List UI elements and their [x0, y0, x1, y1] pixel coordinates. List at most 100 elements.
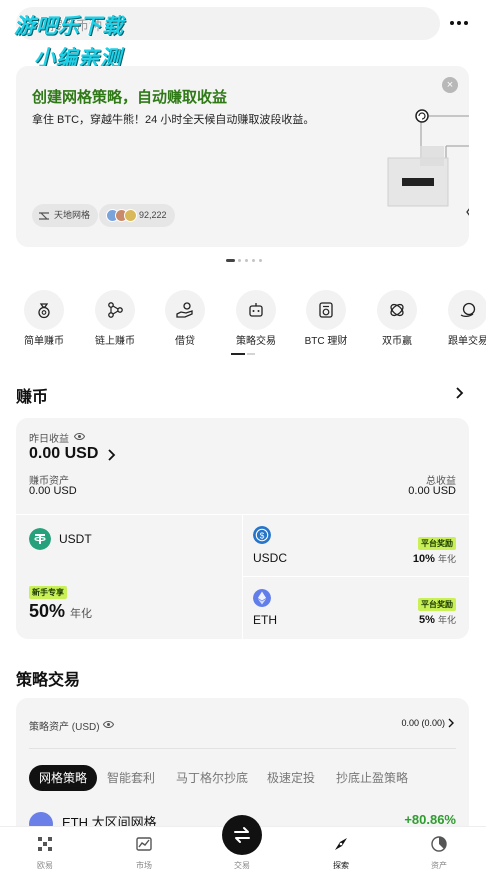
usdc-icon: $ [253, 526, 271, 544]
robot-icon [249, 303, 263, 317]
earn-assets-value: 0.00 USD [29, 485, 77, 497]
watermark-line1: 游吧乐下载 [14, 15, 124, 38]
earn-card: 昨日收益 0.00 USD 赚币资产 0.00 USD 总收益 0.00 USD… [16, 418, 469, 639]
feature-dual-investment[interactable]: 双币赢 [369, 290, 425, 350]
strategy-item-return: +80.86% [404, 812, 456, 827]
apr-value: 5% 年化 [419, 613, 456, 626]
eye-icon[interactable] [74, 432, 85, 441]
carousel-dot [252, 259, 255, 262]
earn-item-usdt[interactable]: USDT 新手专享 50% 年化 [16, 515, 242, 639]
moneybag-icon [38, 303, 50, 319]
tab-grid-strategy[interactable]: 网格策略 [29, 765, 98, 791]
usdt-icon [29, 528, 51, 550]
banner-title: 创建网格策略，自动赚取收益 [32, 89, 228, 106]
watermark-logo: 游吧乐下载 小编亲测 [14, 10, 164, 70]
chart-icon [136, 837, 152, 851]
chevron-right-icon[interactable] [447, 718, 455, 728]
compass-icon [335, 838, 347, 850]
feature-label: 简单赚币 [24, 336, 64, 347]
apr-value: 50% 年化 [29, 601, 92, 622]
coin-name: USDT [59, 532, 92, 546]
strategy-assets-value[interactable]: 0.00 (0.00) [401, 718, 445, 728]
coin-name: ETH [253, 613, 277, 627]
strategy-chip-label: 天地网格 [54, 210, 91, 220]
tab-martingale[interactable]: 马丁格尔抄底 [176, 765, 248, 791]
feature-strategy-trading[interactable]: 策略交易 [228, 290, 284, 350]
earn-section-title: 赚币 [16, 389, 49, 406]
nav-label: 资产 [431, 861, 447, 870]
feature-icon-bg [448, 290, 486, 330]
apr-value: 10% 年化 [413, 552, 456, 565]
apr-number: 5% [419, 614, 435, 626]
scroll-indicator-active [231, 353, 245, 355]
nav-market[interactable]: 市场 [114, 827, 174, 871]
tab-smart-arbitrage[interactable]: 智能套利 [107, 765, 155, 791]
scroll-indicator-track [247, 353, 255, 355]
okx-logo-icon [38, 837, 52, 851]
promo-banner[interactable]: 创建网格策略，自动赚取收益 拿住 BTC，穿越牛熊！24 小时全天候自动赚取波段… [16, 66, 469, 247]
feature-label: 跟单交易 [448, 336, 486, 347]
pie-icon [431, 836, 447, 852]
nav-assets[interactable]: 资产 [409, 827, 469, 871]
feature-icon-bg [306, 290, 346, 330]
eye-icon[interactable] [103, 720, 114, 729]
feature-icon-bg [377, 290, 417, 330]
earn-item-usdc[interactable]: $ USDC 平台奖励 10% 年化 [243, 515, 469, 576]
apr-number: 50% [29, 601, 66, 621]
platform-reward-badge: 平台奖励 [418, 537, 456, 550]
apr-unit: 年化 [437, 554, 456, 564]
strategy-assets-label: 策略资产 (USD) [29, 722, 100, 733]
nav-explore[interactable]: 探索 [311, 827, 371, 871]
strategy-chip[interactable]: 天地网格 [32, 204, 99, 227]
tab-recurring-buy[interactable]: 极速定投 [267, 765, 315, 791]
user-avatars [106, 209, 138, 222]
feature-label: 借贷 [175, 336, 195, 347]
earn-item-eth[interactable]: ETH 平台奖励 5% 年化 [243, 577, 469, 639]
svg-text:$: $ [260, 531, 265, 540]
feature-label: 策略交易 [236, 336, 276, 347]
users-chip: 92,222 [99, 204, 175, 227]
nav-label: 市场 [136, 861, 152, 870]
feature-icon-bg [95, 290, 135, 330]
feature-label: 双币赢 [382, 336, 412, 347]
tab-dip-take-profit[interactable]: 抄底止盈策略 [336, 765, 408, 791]
grid-icon [39, 212, 49, 220]
chevron-right-icon[interactable] [452, 386, 466, 400]
avatar [124, 209, 137, 222]
feature-label: 链上赚币 [95, 336, 135, 347]
feature-onchain-earn[interactable]: 链上赚币 [87, 290, 143, 350]
apr-unit: 年化 [70, 608, 93, 620]
apr-number: 10% [412, 553, 435, 565]
btc-doc-icon [319, 302, 333, 318]
coin-name: USDC [253, 551, 288, 565]
nav-label: 探索 [333, 861, 349, 870]
grid-strategy-illustration [387, 109, 469, 216]
nav-label: 欧易 [37, 861, 53, 870]
feature-icon-bg [165, 290, 205, 330]
feature-copy-trading[interactable]: 跟单交易 [440, 290, 486, 350]
nav-home[interactable]: 欧易 [15, 827, 75, 871]
yesterday-earnings-value: 0.00 USD [29, 445, 99, 462]
users-count: 92,222 [139, 210, 167, 220]
total-profit-value: 0.00 USD [408, 485, 456, 497]
trade-button[interactable] [222, 815, 262, 855]
apr-unit: 年化 [437, 615, 456, 625]
carousel-dot-active [226, 259, 235, 262]
feature-icon-bg [236, 290, 276, 330]
strategy-section-title: 策略交易 [16, 672, 81, 689]
carousel-dot [238, 259, 241, 262]
more-options-icon[interactable] [448, 12, 470, 34]
chevron-right-icon[interactable] [106, 449, 116, 461]
swap-icon [234, 827, 250, 843]
feature-btc-finance[interactable]: BTC 理财 [298, 290, 354, 350]
copy-trade-icon [460, 302, 476, 318]
feature-scroll-indicator [231, 353, 255, 355]
hand-coin-icon [176, 302, 193, 318]
close-icon[interactable]: × [442, 77, 458, 93]
divider [29, 748, 456, 749]
earn-summary[interactable]: 昨日收益 0.00 USD 赚币资产 0.00 USD 总收益 0.00 USD [16, 418, 469, 514]
feature-label: BTC 理财 [304, 336, 348, 347]
carousel-dot [245, 259, 248, 262]
feature-simple-earn[interactable]: 简单赚币 [16, 290, 72, 350]
feature-loan[interactable]: 借贷 [157, 290, 213, 350]
